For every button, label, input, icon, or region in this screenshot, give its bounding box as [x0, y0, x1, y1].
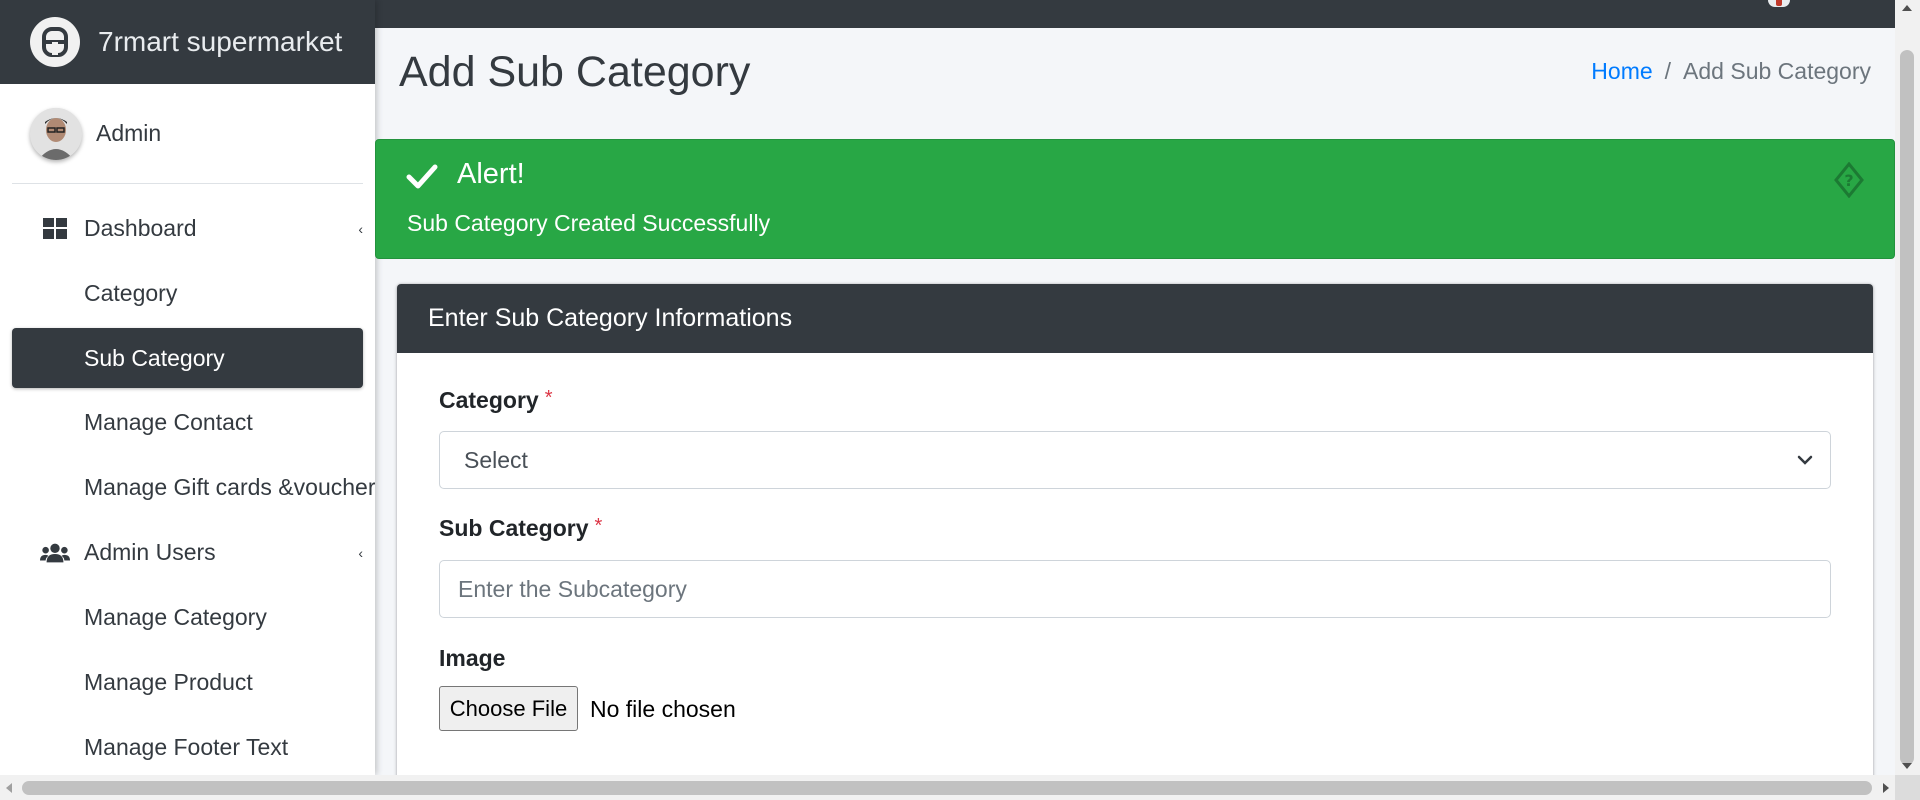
svg-text:?: ?	[1844, 171, 1853, 190]
card-title: Enter Sub Category Informations	[397, 284, 1873, 353]
category-select-value: Select	[464, 446, 528, 473]
sidebar-item-label: Manage Footer Text	[84, 734, 289, 760]
check-icon	[406, 164, 438, 189]
vertical-scrollbar[interactable]	[1895, 0, 1920, 775]
file-status: No file chosen	[590, 696, 736, 722]
chevron-left-icon: ‹	[358, 544, 363, 561]
subcategory-label-text: Sub Category	[439, 515, 589, 541]
sidebar-item-manage-contact[interactable]: Manage Contact	[12, 390, 363, 455]
category-select[interactable]: Select	[439, 431, 1831, 489]
success-alert: Alert! Sub Category Created Successfully…	[375, 139, 1895, 259]
scroll-right-arrow-icon[interactable]	[1883, 783, 1889, 793]
brand-logo-icon	[30, 17, 80, 67]
scroll-up-arrow-icon[interactable]	[1902, 5, 1912, 11]
required-mark: *	[594, 515, 603, 537]
sidebar-item-label: Manage Product	[84, 669, 253, 695]
subcategory-placeholder: Enter the Subcategory	[458, 575, 687, 602]
user-avatar	[30, 107, 82, 160]
scroll-down-arrow-icon[interactable]	[1902, 763, 1912, 769]
sidebar-item-label: Category	[84, 280, 178, 306]
main-content: Add Sub Category Home / Add Sub Category A…	[375, 28, 1895, 775]
sidebar-item-admin-users[interactable]: Admin Users ‹	[12, 520, 363, 585]
breadcrumb-current: Add Sub Category	[1683, 58, 1871, 84]
sidebar-item-label: Sub Category	[84, 344, 225, 371]
users-icon	[40, 543, 70, 562]
vertical-scroll-thumb[interactable]	[1900, 50, 1914, 765]
subcategory-input[interactable]: Enter the Subcategory	[439, 560, 1831, 618]
breadcrumb-home-link[interactable]: Home	[1591, 58, 1652, 84]
chevron-down-icon	[1797, 455, 1813, 465]
sidebar-item-label: Admin Users	[84, 539, 216, 565]
scrollbar-corner	[1895, 775, 1920, 800]
sidebar-item-manage-gift-cards[interactable]: Manage Gift cards &voucher	[12, 455, 375, 520]
horizontal-scrollbar[interactable]	[0, 775, 1895, 800]
language-flag-icon[interactable]	[1768, 0, 1790, 7]
sidebar-item-label: Manage Category	[84, 604, 267, 630]
sidebar-item-manage-product[interactable]: Manage Product	[12, 650, 363, 715]
required-mark: *	[544, 387, 553, 409]
sidebar-item-label: Manage Contact	[84, 409, 253, 435]
subcategory-form-card: Enter Sub Category Informations Category…	[397, 284, 1873, 775]
sidebar-item-dashboard[interactable]: Dashboard ‹	[12, 196, 363, 261]
sidebar-item-sub-category[interactable]: Sub Category	[12, 328, 363, 388]
close-icon[interactable]: ?	[1834, 162, 1864, 198]
scroll-left-arrow-icon[interactable]	[6, 783, 12, 793]
chevron-left-icon: ‹	[358, 220, 363, 237]
brand-name: 7rmart supermarket	[98, 26, 343, 57]
horizontal-scroll-thumb[interactable]	[22, 781, 1872, 795]
alert-message: Sub Category Created Successfully	[407, 210, 771, 236]
category-label-text: Category	[439, 387, 539, 413]
category-label: Category *	[439, 387, 553, 414]
user-panel[interactable]: Admin	[12, 84, 363, 184]
sidebar-item-label: Manage Gift cards &voucher	[84, 474, 375, 500]
top-navbar	[375, 0, 1895, 28]
alert-title: Alert!	[457, 158, 525, 190]
sidebar-item-manage-category[interactable]: Manage Category	[12, 585, 363, 650]
subcategory-label: Sub Category *	[439, 515, 602, 542]
breadcrumb-separator: /	[1664, 58, 1672, 84]
sidebar: 7rmart supermarket Admin Dashboard ‹ Cat…	[0, 0, 375, 775]
breadcrumb: Home / Add Sub Category	[1591, 58, 1871, 85]
sidebar-item-label: Dashboard	[84, 215, 197, 241]
user-name: Admin	[96, 120, 162, 146]
choose-file-button[interactable]: Choose File	[439, 686, 578, 731]
sidebar-nav: Dashboard ‹ Category Sub Category Manage…	[0, 184, 375, 775]
brand-link[interactable]: 7rmart supermarket	[0, 0, 375, 84]
dashboard-icon	[43, 217, 67, 239]
sidebar-item-manage-footer-text[interactable]: Manage Footer Text	[12, 715, 363, 775]
sidebar-item-category[interactable]: Category	[12, 261, 363, 326]
image-label: Image	[439, 645, 506, 671]
page-title: Add Sub Category	[399, 48, 751, 96]
